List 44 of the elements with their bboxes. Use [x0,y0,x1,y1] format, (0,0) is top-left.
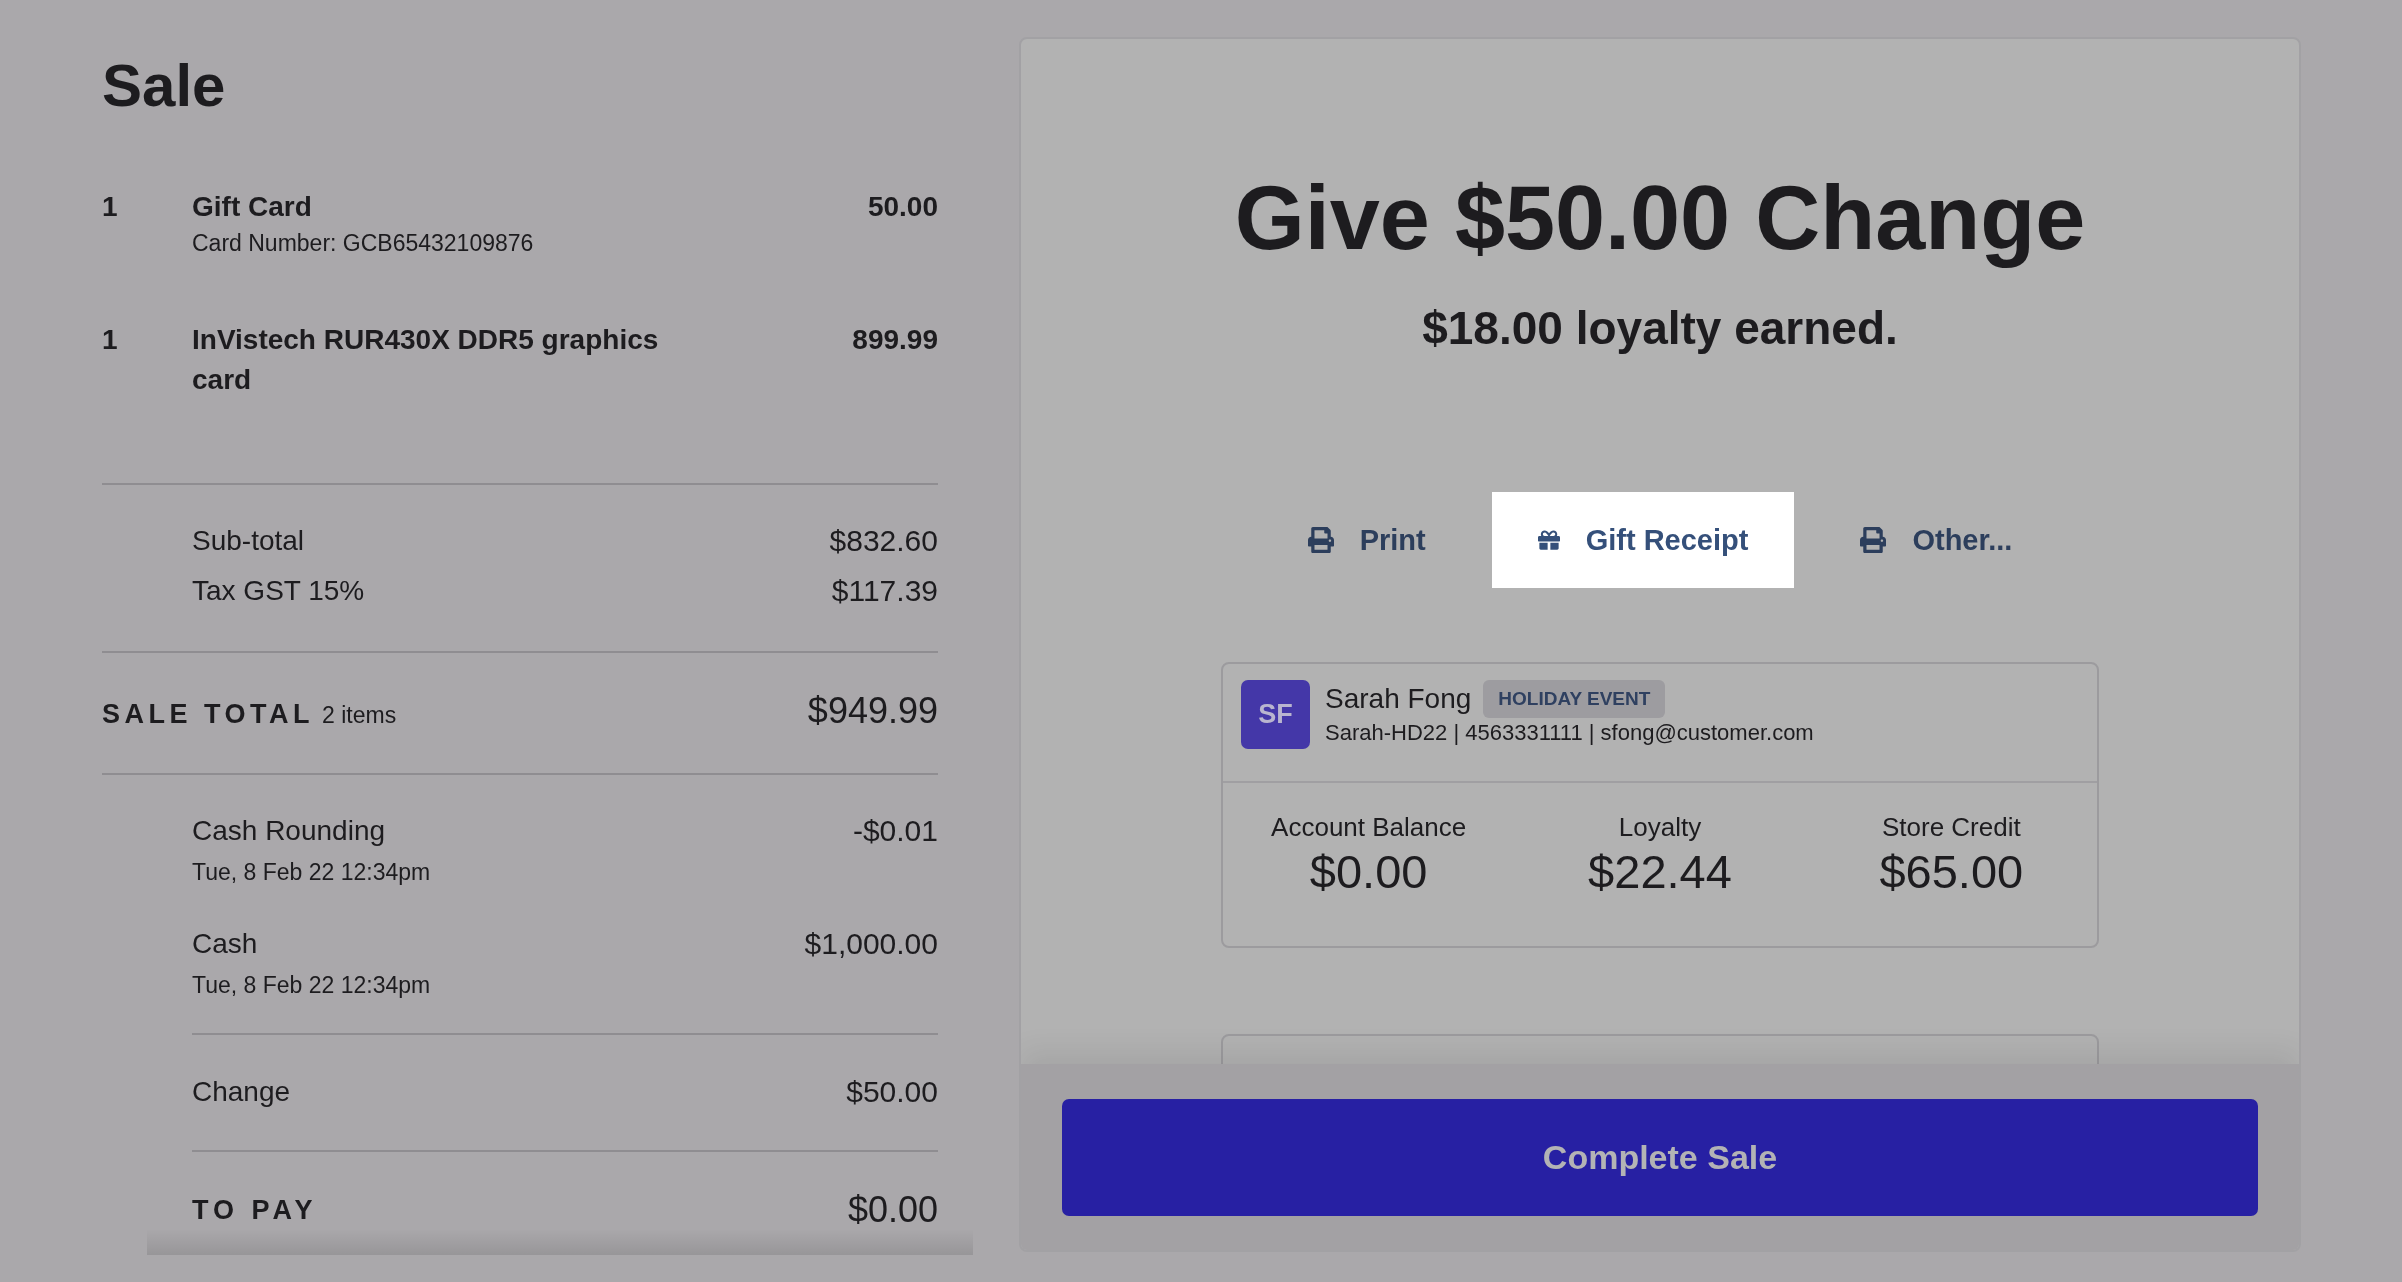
customer-name: Sarah Fong [1325,682,1472,716]
item-name: InVistech RUR430X DDR5 graphics card [192,323,660,397]
summary-value: $832.60 [829,523,938,559]
stat-value: $0.00 [1309,844,1428,900]
page-title: Sale [102,51,226,121]
payment-date: Tue, 8 Feb 22 12:34pm [192,971,431,1000]
payment-amount: -$0.01 [852,813,938,849]
payment-label: Cash Rounding [192,814,386,848]
payment-amount: $1,000.00 [804,926,938,962]
printer-icon [1860,527,1887,553]
item-price: 50.00 [867,190,938,224]
receipt-option[interactable]: Print [1261,492,1472,588]
complete-sale-button[interactable]: Complete Sale [1062,1099,2258,1216]
item-name: Gift Card [192,190,312,224]
item-count: 2 items [322,701,397,730]
summary-label: Tax GST 15% [192,574,365,608]
receipt-option[interactable]: Other... [1814,492,2059,588]
to-pay-value: $0.00 [847,1189,938,1231]
stat-label: Store Credit [1881,811,2021,844]
payment-date: Tue, 8 Feb 22 12:34pm [192,858,431,887]
stat-value: $22.44 [1588,844,1732,900]
item-detail: Card Number: GCB65432109876 [192,229,534,258]
item-quantity: 1 [102,190,118,224]
customer-avatar: SF [1241,680,1310,749]
to-pay-label: TO PAY [192,1194,318,1226]
stat-label: Account Balance [1271,811,1467,844]
item-price: 899.99 [852,323,938,357]
customer-details: Sarah-HD22 | 4563331111 | sfong@customer.com [1325,719,1814,747]
stat-value: $65.00 [1879,844,2024,900]
stat-label: Loyalty [1618,811,1702,844]
sale-total-label: SALE TOTAL [102,698,314,731]
receipt-option[interactable]: Gift Receipt [1491,492,1795,588]
summary-value: $117.39 [831,573,938,609]
printer-icon [1307,527,1334,553]
summary-label: Sub-total [192,524,305,558]
customer-tag: HOLIDAY EVENT [1483,680,1666,718]
change-heading: Give $50.00 Change [1234,168,2086,268]
loyalty-note: $18.00 loyalty earned. [1422,303,1898,353]
sale-total-value: $949.99 [807,689,938,733]
change-label: Change [192,1075,291,1109]
payment-label: Cash [192,927,258,961]
item-quantity: 1 [102,323,118,357]
change-value: $50.00 [846,1074,938,1110]
gift-icon [1537,529,1560,551]
